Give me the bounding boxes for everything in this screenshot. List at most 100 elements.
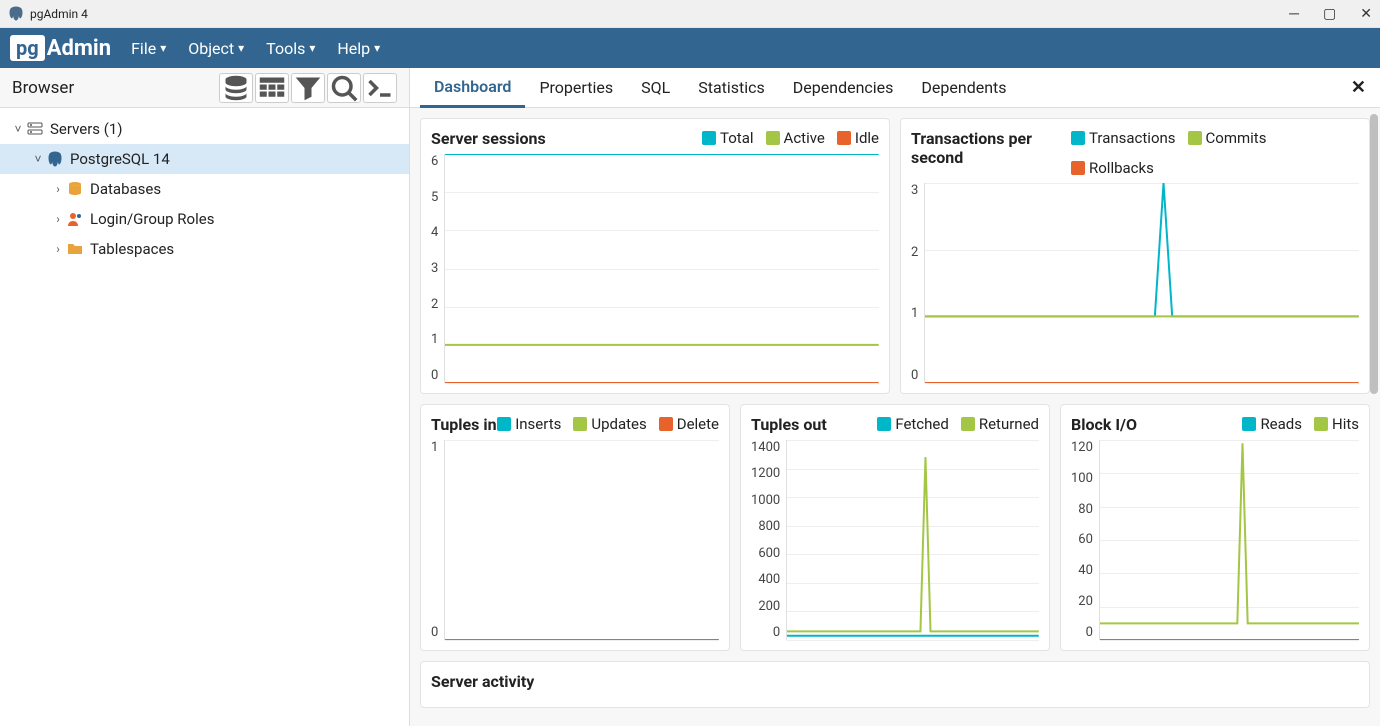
tab-sql[interactable]: SQL bbox=[627, 68, 684, 108]
caret-down-icon: ˅ bbox=[10, 122, 26, 136]
chart-plot: 6543210 bbox=[431, 154, 879, 383]
tab-dependencies[interactable]: Dependencies bbox=[779, 68, 908, 108]
tab-close-icon[interactable]: ✕ bbox=[1351, 77, 1366, 98]
tree-label: PostgreSQL 14 bbox=[70, 150, 170, 168]
folder-icon bbox=[66, 240, 84, 258]
window-title: pgAdmin 4 bbox=[30, 7, 88, 21]
chart-tps: Transactions per second Transactions Com… bbox=[900, 118, 1370, 394]
caret-right-icon: › bbox=[50, 182, 66, 196]
tree-servers[interactable]: ˅ Servers (1) bbox=[0, 114, 409, 144]
menu-label: Object bbox=[188, 39, 234, 58]
elephant-icon bbox=[8, 6, 24, 22]
search-icon[interactable] bbox=[327, 73, 361, 103]
swatch-icon bbox=[837, 131, 851, 145]
caret-right-icon: › bbox=[50, 212, 66, 226]
legend: Inserts Updates Delete bbox=[497, 415, 719, 433]
tree-server-postgresql[interactable]: ˅ PostgreSQL 14 bbox=[0, 144, 409, 174]
chart-sessions: Server sessions Total Active Idle 654321… bbox=[420, 118, 890, 394]
chart-title: Server sessions bbox=[431, 129, 546, 148]
legend: Transactions Commits Rollbacks bbox=[1071, 129, 1359, 177]
menu-file[interactable]: File▾ bbox=[131, 39, 166, 58]
menu-label: Help bbox=[337, 39, 370, 58]
query-tool-icon[interactable] bbox=[219, 73, 253, 103]
caret-right-icon: › bbox=[50, 242, 66, 256]
tab-statistics[interactable]: Statistics bbox=[684, 68, 779, 108]
legend-total[interactable]: Total bbox=[702, 129, 754, 147]
legend-commits[interactable]: Commits bbox=[1188, 129, 1267, 147]
chart-tuples-out: Tuples out Fetched Returned 140012001000… bbox=[740, 404, 1050, 651]
tabbar: Dashboard Properties SQL Statistics Depe… bbox=[410, 68, 1380, 108]
tab-dependents[interactable]: Dependents bbox=[907, 68, 1020, 108]
caret-down-icon: ˅ bbox=[30, 152, 46, 166]
scrollbar[interactable] bbox=[1370, 114, 1378, 394]
legend-rollbacks[interactable]: Rollbacks bbox=[1071, 159, 1154, 177]
chart-tuples-in: Tuples in Inserts Updates Delete 10 bbox=[420, 404, 730, 651]
swatch-icon bbox=[1071, 161, 1085, 175]
browser-title: Browser bbox=[12, 78, 74, 98]
tab-label: SQL bbox=[641, 78, 670, 97]
content-panel: Dashboard Properties SQL Statistics Depe… bbox=[410, 68, 1380, 726]
logo-admin: Admin bbox=[47, 36, 111, 61]
server-activity-card: Server activity bbox=[420, 661, 1370, 708]
legend-active[interactable]: Active bbox=[766, 129, 825, 147]
legend-fetched[interactable]: Fetched bbox=[877, 415, 949, 433]
chart-title: Tuples out bbox=[751, 415, 827, 434]
view-data-icon[interactable] bbox=[255, 73, 289, 103]
close-icon[interactable]: ✕ bbox=[1360, 6, 1372, 22]
legend-updates[interactable]: Updates bbox=[573, 415, 646, 433]
chart-plot: 10 bbox=[431, 440, 719, 640]
swatch-icon bbox=[1242, 417, 1256, 431]
tab-dashboard[interactable]: Dashboard bbox=[420, 68, 525, 108]
tree-label: Tablespaces bbox=[90, 240, 174, 258]
database-icon bbox=[66, 180, 84, 198]
chevron-down-icon: ▾ bbox=[238, 41, 244, 55]
card-title: Server activity bbox=[431, 672, 534, 691]
swatch-icon bbox=[766, 131, 780, 145]
chart-title: Block I/O bbox=[1071, 415, 1137, 434]
elephant-icon bbox=[46, 150, 64, 168]
legend: Total Active Idle bbox=[702, 129, 879, 147]
tab-label: Dashboard bbox=[434, 77, 511, 96]
swatch-icon bbox=[573, 417, 587, 431]
swatch-icon bbox=[659, 417, 673, 431]
chart-block-io: Block I/O Reads Hits 120100806040200 bbox=[1060, 404, 1370, 651]
roles-icon bbox=[66, 210, 84, 228]
object-tree: ˅ Servers (1) ˅ PostgreSQL 14 › Database… bbox=[0, 108, 409, 270]
swatch-icon bbox=[1071, 131, 1085, 145]
legend-hits[interactable]: Hits bbox=[1314, 415, 1359, 433]
tree-label: Login/Group Roles bbox=[90, 210, 214, 228]
titlebar: pgAdmin 4 ─ ▢ ✕ bbox=[0, 0, 1380, 28]
menubar: pg Admin File▾ Object ▾ Tools ▾ Help ▾ bbox=[0, 28, 1380, 68]
minimize-icon[interactable]: ─ bbox=[1289, 5, 1299, 22]
psql-icon[interactable] bbox=[363, 73, 397, 103]
menu-tools[interactable]: Tools ▾ bbox=[266, 39, 315, 58]
tab-label: Dependencies bbox=[793, 78, 894, 97]
menu-label: Tools bbox=[266, 39, 305, 58]
legend-returned[interactable]: Returned bbox=[961, 415, 1039, 433]
legend-reads[interactable]: Reads bbox=[1242, 415, 1302, 433]
legend-inserts[interactable]: Inserts bbox=[497, 415, 561, 433]
filter-icon[interactable] bbox=[291, 73, 325, 103]
legend: Fetched Returned bbox=[877, 415, 1039, 433]
tree-login-roles[interactable]: › Login/Group Roles bbox=[0, 204, 409, 234]
legend-idle[interactable]: Idle bbox=[837, 129, 879, 147]
chevron-down-icon: ▾ bbox=[374, 41, 380, 55]
tab-label: Properties bbox=[539, 78, 613, 97]
swatch-icon bbox=[497, 417, 511, 431]
chart-title: Tuples in bbox=[431, 415, 497, 434]
tab-properties[interactable]: Properties bbox=[525, 68, 627, 108]
tree-label: Servers (1) bbox=[50, 120, 123, 138]
chart-plot: 3210 bbox=[911, 183, 1359, 383]
tree-tablespaces[interactable]: › Tablespaces bbox=[0, 234, 409, 264]
maximize-icon[interactable]: ▢ bbox=[1323, 6, 1336, 22]
menu-object[interactable]: Object ▾ bbox=[188, 39, 244, 58]
swatch-icon bbox=[1188, 131, 1202, 145]
tree-databases[interactable]: › Databases bbox=[0, 174, 409, 204]
legend-transactions[interactable]: Transactions bbox=[1071, 129, 1176, 147]
chevron-down-icon: ▾ bbox=[309, 41, 315, 55]
chart-plot: 1400120010008006004002000 bbox=[751, 440, 1039, 640]
browser-panel: Browser ˅ Servers (1) ˅ bbox=[0, 68, 410, 726]
menu-help[interactable]: Help ▾ bbox=[337, 39, 380, 58]
legend-delete[interactable]: Delete bbox=[659, 415, 719, 433]
logo: pg Admin bbox=[10, 35, 111, 61]
